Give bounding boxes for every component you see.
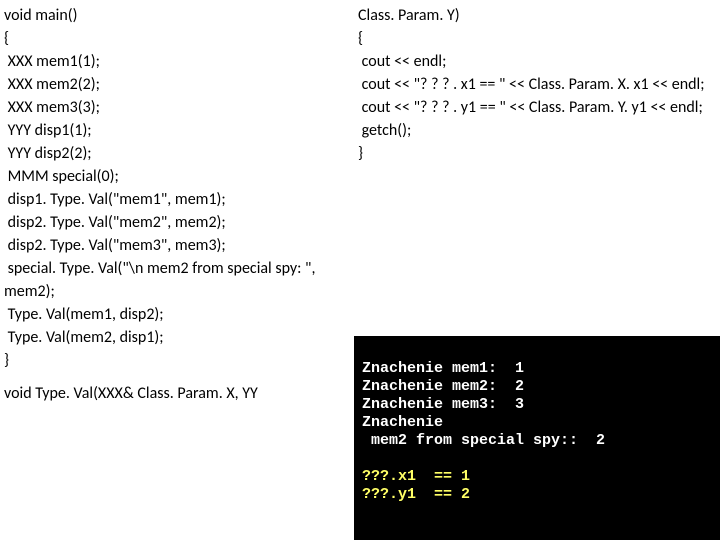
- code-line: XXX mem1(1);: [4, 50, 354, 73]
- code-line: }: [358, 142, 720, 165]
- code-line: special. Type. Val("\n mem2 from special…: [4, 257, 354, 303]
- console-line: mem2 from special spy:: 2: [362, 432, 605, 449]
- code-line: XXX mem3(3);: [4, 96, 354, 119]
- code-line: XXX mem2(2);: [4, 73, 354, 96]
- console-output: Znachenie mem1: 1 Znachenie mem2: 2 Znac…: [354, 336, 720, 540]
- console-line: Znachenie mem1: 1: [362, 360, 524, 377]
- code-line: {: [358, 27, 720, 50]
- code-line: cout << "? ? ? . y1 == " << Class. Param…: [358, 96, 720, 119]
- code-line: Type. Val(mem1, disp2);: [4, 303, 354, 326]
- code-line: cout << endl;: [358, 50, 720, 73]
- left-column: void main() { XXX mem1(1); XXX mem2(2); …: [0, 0, 354, 405]
- code-line: disp2. Type. Val("mem3", mem3);: [4, 234, 354, 257]
- code-line: Class. Param. Y): [358, 4, 720, 27]
- console-line: Znachenie: [362, 414, 443, 431]
- code-line: disp1. Type. Val("mem1", mem1);: [4, 188, 354, 211]
- code-line: Type. Val(mem2, disp1);: [4, 326, 354, 349]
- console-line-highlight: ???.x1 == 1: [362, 468, 470, 485]
- console-line: Znachenie mem2: 2: [362, 378, 524, 395]
- code-line: MMM special(0);: [4, 165, 354, 188]
- console-line: Znachenie mem3: 3: [362, 396, 524, 413]
- code-line: void Type. Val(XXX& Class. Param. X, YY: [4, 382, 354, 405]
- code-line: }: [4, 349, 354, 372]
- console-line-highlight: ???.y1 == 2: [362, 486, 470, 503]
- code-line: cout << "? ? ? . x1 == " << Class. Param…: [358, 73, 720, 96]
- code-line: {: [4, 27, 354, 50]
- code-line: YYY disp1(1);: [4, 119, 354, 142]
- blank-line: [4, 372, 354, 382]
- code-line: YYY disp2(2);: [4, 142, 354, 165]
- code-line: getch();: [358, 119, 720, 142]
- code-line: void main(): [4, 4, 354, 27]
- code-line: disp2. Type. Val("mem2", mem2);: [4, 211, 354, 234]
